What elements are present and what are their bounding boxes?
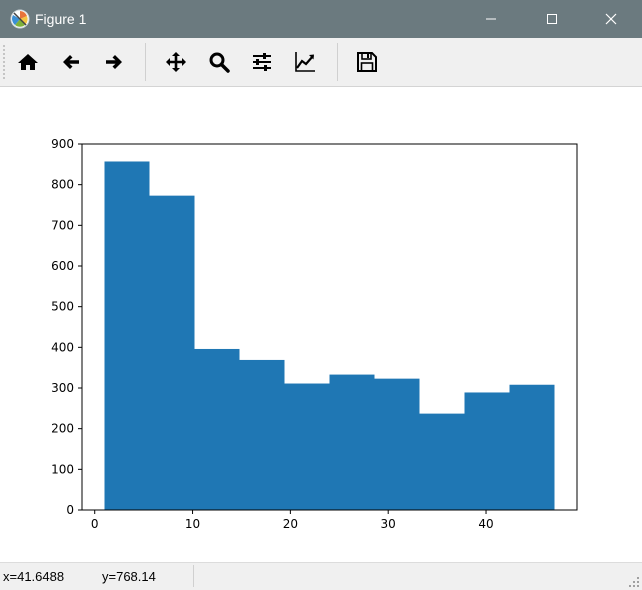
y-tick-label: 800 (51, 178, 74, 192)
home-icon (18, 54, 38, 70)
toolbar-separator (337, 43, 338, 81)
histogram-bar (194, 348, 240, 510)
y-tick-label: 100 (51, 462, 74, 476)
arrow-left-icon (63, 55, 79, 69)
x-coordinate-readout: x=41.6488 (3, 569, 65, 584)
window-title: Figure 1 (35, 11, 87, 27)
x-tick-label: 30 (381, 517, 396, 531)
close-icon (605, 13, 617, 25)
histogram-bar (329, 374, 375, 510)
forward-button[interactable] (97, 45, 131, 79)
histogram-plot[interactable]: 0 10 20 30 40 0 100 200 300 400 500 600 700 800 900 (0, 87, 642, 562)
floppy-disk-icon (357, 52, 377, 72)
edit-axis-button[interactable] (288, 45, 322, 79)
toolbar-separator (145, 43, 146, 81)
y-tick-label: 500 (51, 300, 74, 314)
histogram-bar (239, 359, 285, 510)
y-tick-label: 400 (51, 340, 74, 354)
move-icon (166, 52, 186, 72)
histogram-bar (284, 383, 330, 510)
figure-canvas[interactable]: 0 10 20 30 40 0 100 200 300 400 500 600 700 800 900 (0, 87, 642, 562)
histogram-bar (374, 378, 420, 510)
magnifier-icon (209, 52, 230, 73)
y-tick-label: 600 (51, 259, 74, 273)
home-button[interactable] (11, 45, 45, 79)
pan-button[interactable] (159, 45, 193, 79)
x-tick-label: 0 (91, 517, 99, 531)
title-bar: Figure 1 (0, 0, 642, 38)
status-bar: x=41.6488 y=768.14 (0, 562, 642, 590)
y-tick-label: 0 (66, 503, 74, 517)
histogram-bar (464, 392, 510, 510)
maximize-icon (547, 14, 557, 24)
y-tick-label: 900 (51, 137, 74, 151)
arrow-right-icon (106, 55, 122, 69)
x-tick-label: 40 (478, 517, 493, 531)
y-tick-label: 700 (51, 218, 74, 232)
maximize-button[interactable] (529, 0, 575, 38)
histogram-bar (149, 195, 195, 510)
y-tick-label: 300 (51, 381, 74, 395)
minimize-button[interactable] (468, 0, 514, 38)
back-button[interactable] (54, 45, 88, 79)
zoom-button[interactable] (202, 45, 236, 79)
x-tick-label: 20 (283, 517, 298, 531)
line-chart-icon (295, 52, 315, 72)
matplotlib-logo-icon (10, 9, 30, 29)
configure-subplots-button[interactable] (245, 45, 279, 79)
histogram-bar (104, 161, 150, 510)
resize-grip-icon[interactable] (628, 576, 640, 588)
navigation-toolbar (0, 38, 642, 87)
toolbar-grip[interactable] (3, 44, 5, 80)
sliders-icon (253, 53, 271, 71)
status-separator (193, 565, 194, 587)
close-button[interactable] (588, 0, 634, 38)
y-tick-label: 200 (51, 422, 74, 436)
y-coordinate-readout: y=768.14 (102, 569, 156, 584)
x-tick-label: 10 (185, 517, 200, 531)
minimize-icon (486, 18, 496, 20)
histogram-bar (509, 384, 555, 510)
save-button[interactable] (350, 45, 384, 79)
histogram-bar (419, 413, 465, 510)
